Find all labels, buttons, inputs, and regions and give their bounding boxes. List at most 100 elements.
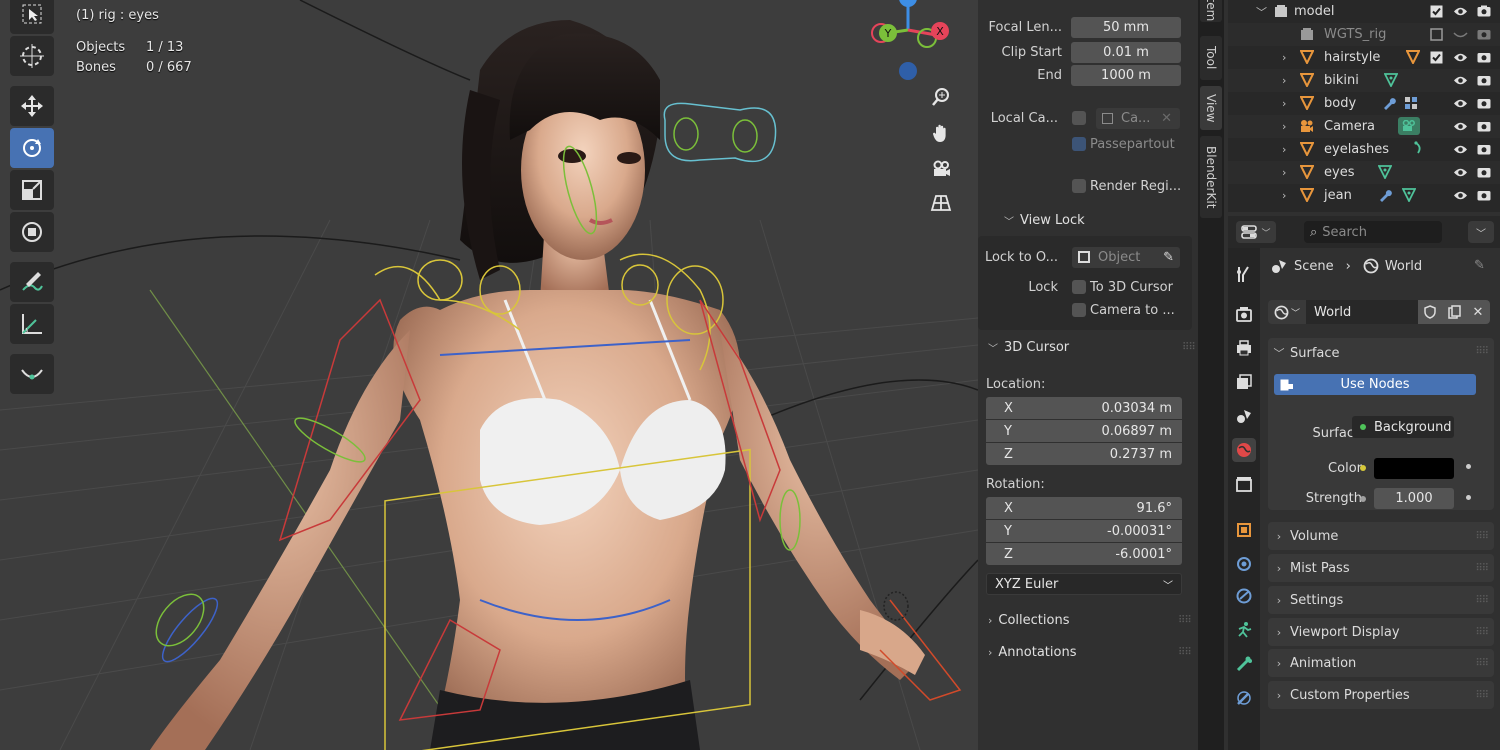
tab-scene[interactable]	[1232, 404, 1256, 428]
tab-constraints[interactable]	[1232, 584, 1256, 608]
camera-render-icon[interactable]	[1476, 118, 1492, 134]
outliner-item-name[interactable]: bikini	[1324, 73, 1359, 88]
tab-world[interactable]	[1232, 438, 1256, 462]
keyframe-dot-icon[interactable]	[1466, 464, 1471, 469]
properties-search-input[interactable]: ⌕ Search	[1304, 221, 1442, 243]
3d-cursor-header[interactable]: ﹀ 3D Cursor ⠿⠿	[988, 340, 1196, 355]
tab-output[interactable]	[1232, 336, 1256, 360]
drag-handle-icon[interactable]: ⠿⠿	[1475, 531, 1489, 542]
animation-section[interactable]: › Animation ⠿⠿	[1268, 649, 1494, 677]
strength-field[interactable]: 1.000	[1374, 488, 1454, 509]
camera-render-icon[interactable]	[1476, 49, 1492, 65]
eye-icon[interactable]	[1452, 49, 1468, 65]
world-color-swatch[interactable]	[1374, 458, 1454, 479]
outliner-row-bikini[interactable]: › bikini	[1228, 69, 1500, 92]
checkbox-unchecked-icon[interactable]	[1428, 26, 1444, 42]
outliner-row-body[interactable]: › body	[1228, 92, 1500, 115]
cursor-location-x[interactable]: X 0.03034 m	[986, 397, 1182, 419]
outliner-item-name[interactable]: model	[1294, 4, 1334, 19]
pose-breakdown-tool-button[interactable]	[10, 354, 54, 394]
volume-section[interactable]: › Volume ⠿⠿	[1268, 522, 1494, 550]
eye-icon[interactable]	[1452, 164, 1468, 180]
move-tool-button[interactable]	[10, 86, 54, 126]
cursor-location-y[interactable]: Y 0.06897 m	[986, 420, 1182, 442]
drag-handle-icon[interactable]: ⠿⠿	[1475, 658, 1489, 669]
tab-view[interactable]: View	[1200, 86, 1222, 130]
3d-viewport[interactable]: (1) rig : eyes Objects 1 / 13 Bones 0 / …	[0, 0, 978, 750]
rotate-tool-button[interactable]	[10, 128, 54, 168]
camera-to-view-checkbox[interactable]	[1072, 303, 1086, 317]
clear-icon[interactable]: ✕	[1161, 111, 1172, 126]
outliner-item-name[interactable]: hairstyle	[1324, 50, 1380, 65]
render-region-checkbox[interactable]	[1072, 179, 1086, 193]
duplicate-button[interactable]	[1442, 300, 1466, 324]
outliner-item-name[interactable]: Camera	[1324, 119, 1375, 134]
measure-tool-button[interactable]	[10, 304, 54, 344]
drag-handle-icon[interactable]: ⠿⠿	[1475, 563, 1489, 574]
passepartout-checkbox[interactable]	[1072, 137, 1086, 151]
surface-header[interactable]: ﹀ Surface	[1268, 345, 1340, 361]
tab-tool[interactable]: Tool	[1200, 36, 1222, 80]
annotations-header[interactable]: › Annotations ⠿⠿	[988, 645, 1192, 660]
collections-header[interactable]: › Collections ⠿⠿	[988, 613, 1192, 628]
eye-icon[interactable]	[1452, 118, 1468, 134]
tab-collection[interactable]	[1232, 472, 1256, 496]
chevron-right-icon[interactable]: ›	[1282, 51, 1286, 64]
chevron-right-icon[interactable]: ›	[1282, 189, 1286, 202]
outliner-item-name[interactable]: body	[1324, 96, 1356, 111]
use-nodes-button[interactable]: Use Nodes	[1274, 374, 1476, 395]
keyframe-dot-icon[interactable]	[1466, 495, 1471, 500]
outliner-row-eyelashes[interactable]: › eyelashes	[1228, 138, 1500, 161]
tab-physics[interactable]	[1232, 552, 1256, 576]
eye-icon[interactable]	[1452, 3, 1468, 19]
world-datablock-selector[interactable]: ﹀ World ✕	[1268, 300, 1494, 324]
chevron-right-icon[interactable]: ›	[1282, 97, 1286, 110]
outliner-row-model[interactable]: ﹀ model	[1228, 0, 1500, 23]
select-tool-button[interactable]	[10, 0, 54, 34]
eye-icon[interactable]	[1452, 95, 1468, 111]
chevron-right-icon[interactable]: ›	[1282, 166, 1286, 179]
drag-handle-icon[interactable]: ⠿⠿	[1475, 346, 1489, 357]
drag-handle-icon[interactable]: ⠿⠿	[1475, 595, 1489, 606]
camera-view-button[interactable]	[924, 154, 958, 184]
transform-tool-button[interactable]	[10, 212, 54, 252]
unlink-button[interactable]: ✕	[1466, 300, 1490, 324]
camera-render-icon[interactable]	[1476, 72, 1492, 88]
zoom-view-button[interactable]	[924, 82, 958, 112]
eye-closed-icon[interactable]	[1452, 26, 1468, 42]
camera-render-icon[interactable]	[1476, 3, 1492, 19]
tab-tool-settings[interactable]	[1232, 262, 1256, 286]
camera-render-icon[interactable]	[1476, 141, 1492, 157]
cursor-location-z[interactable]: Z 0.2737 m	[986, 443, 1182, 465]
tab-view-layer[interactable]	[1232, 370, 1256, 394]
camera-render-icon[interactable]	[1476, 26, 1492, 42]
tab-item[interactable]: Item	[1200, 0, 1222, 22]
tab-pose[interactable]	[1232, 618, 1256, 642]
chevron-right-icon[interactable]: ›	[1282, 74, 1286, 87]
mist-pass-section[interactable]: › Mist Pass ⠿⠿	[1268, 554, 1494, 582]
drag-handle-icon[interactable]: ⠿⠿	[1475, 690, 1489, 701]
settings-section[interactable]: › Settings ⠿⠿	[1268, 586, 1494, 614]
outliner-row-jean[interactable]: › jean	[1228, 184, 1500, 207]
cursor-rotation-z[interactable]: Z -6.0001°	[986, 543, 1182, 565]
world-name-field[interactable]: World	[1306, 300, 1418, 324]
surface-shader-selector[interactable]: Background	[1352, 416, 1454, 438]
to-3d-cursor-checkbox[interactable]	[1072, 280, 1086, 294]
cursor-rotation-y[interactable]: Y -0.00031°	[986, 520, 1182, 542]
world-browse-button[interactable]: ﹀	[1268, 300, 1306, 324]
local-camera-field[interactable]: Ca... ✕	[1096, 107, 1180, 129]
scale-tool-button[interactable]	[10, 170, 54, 210]
chevron-down-icon[interactable]: ﹀	[1256, 4, 1267, 20]
cursor-tool-button[interactable]	[10, 36, 54, 76]
tab-render[interactable]	[1232, 302, 1256, 326]
chevron-right-icon[interactable]: ›	[1282, 143, 1286, 156]
camera-render-icon[interactable]	[1476, 95, 1492, 111]
annotate-tool-button[interactable]	[10, 262, 54, 302]
rotation-mode-dropdown[interactable]: XYZ Euler ﹀	[986, 573, 1182, 595]
navigation-gizmo[interactable]: Y X	[860, 0, 960, 90]
pan-view-button[interactable]	[924, 118, 958, 148]
outliner-row-hairstyle[interactable]: › hairstyle	[1228, 46, 1500, 69]
drag-handle-icon[interactable]: ⠿⠿	[1475, 627, 1489, 638]
eye-icon[interactable]	[1452, 141, 1468, 157]
camera-data-icon[interactable]	[1398, 117, 1420, 135]
